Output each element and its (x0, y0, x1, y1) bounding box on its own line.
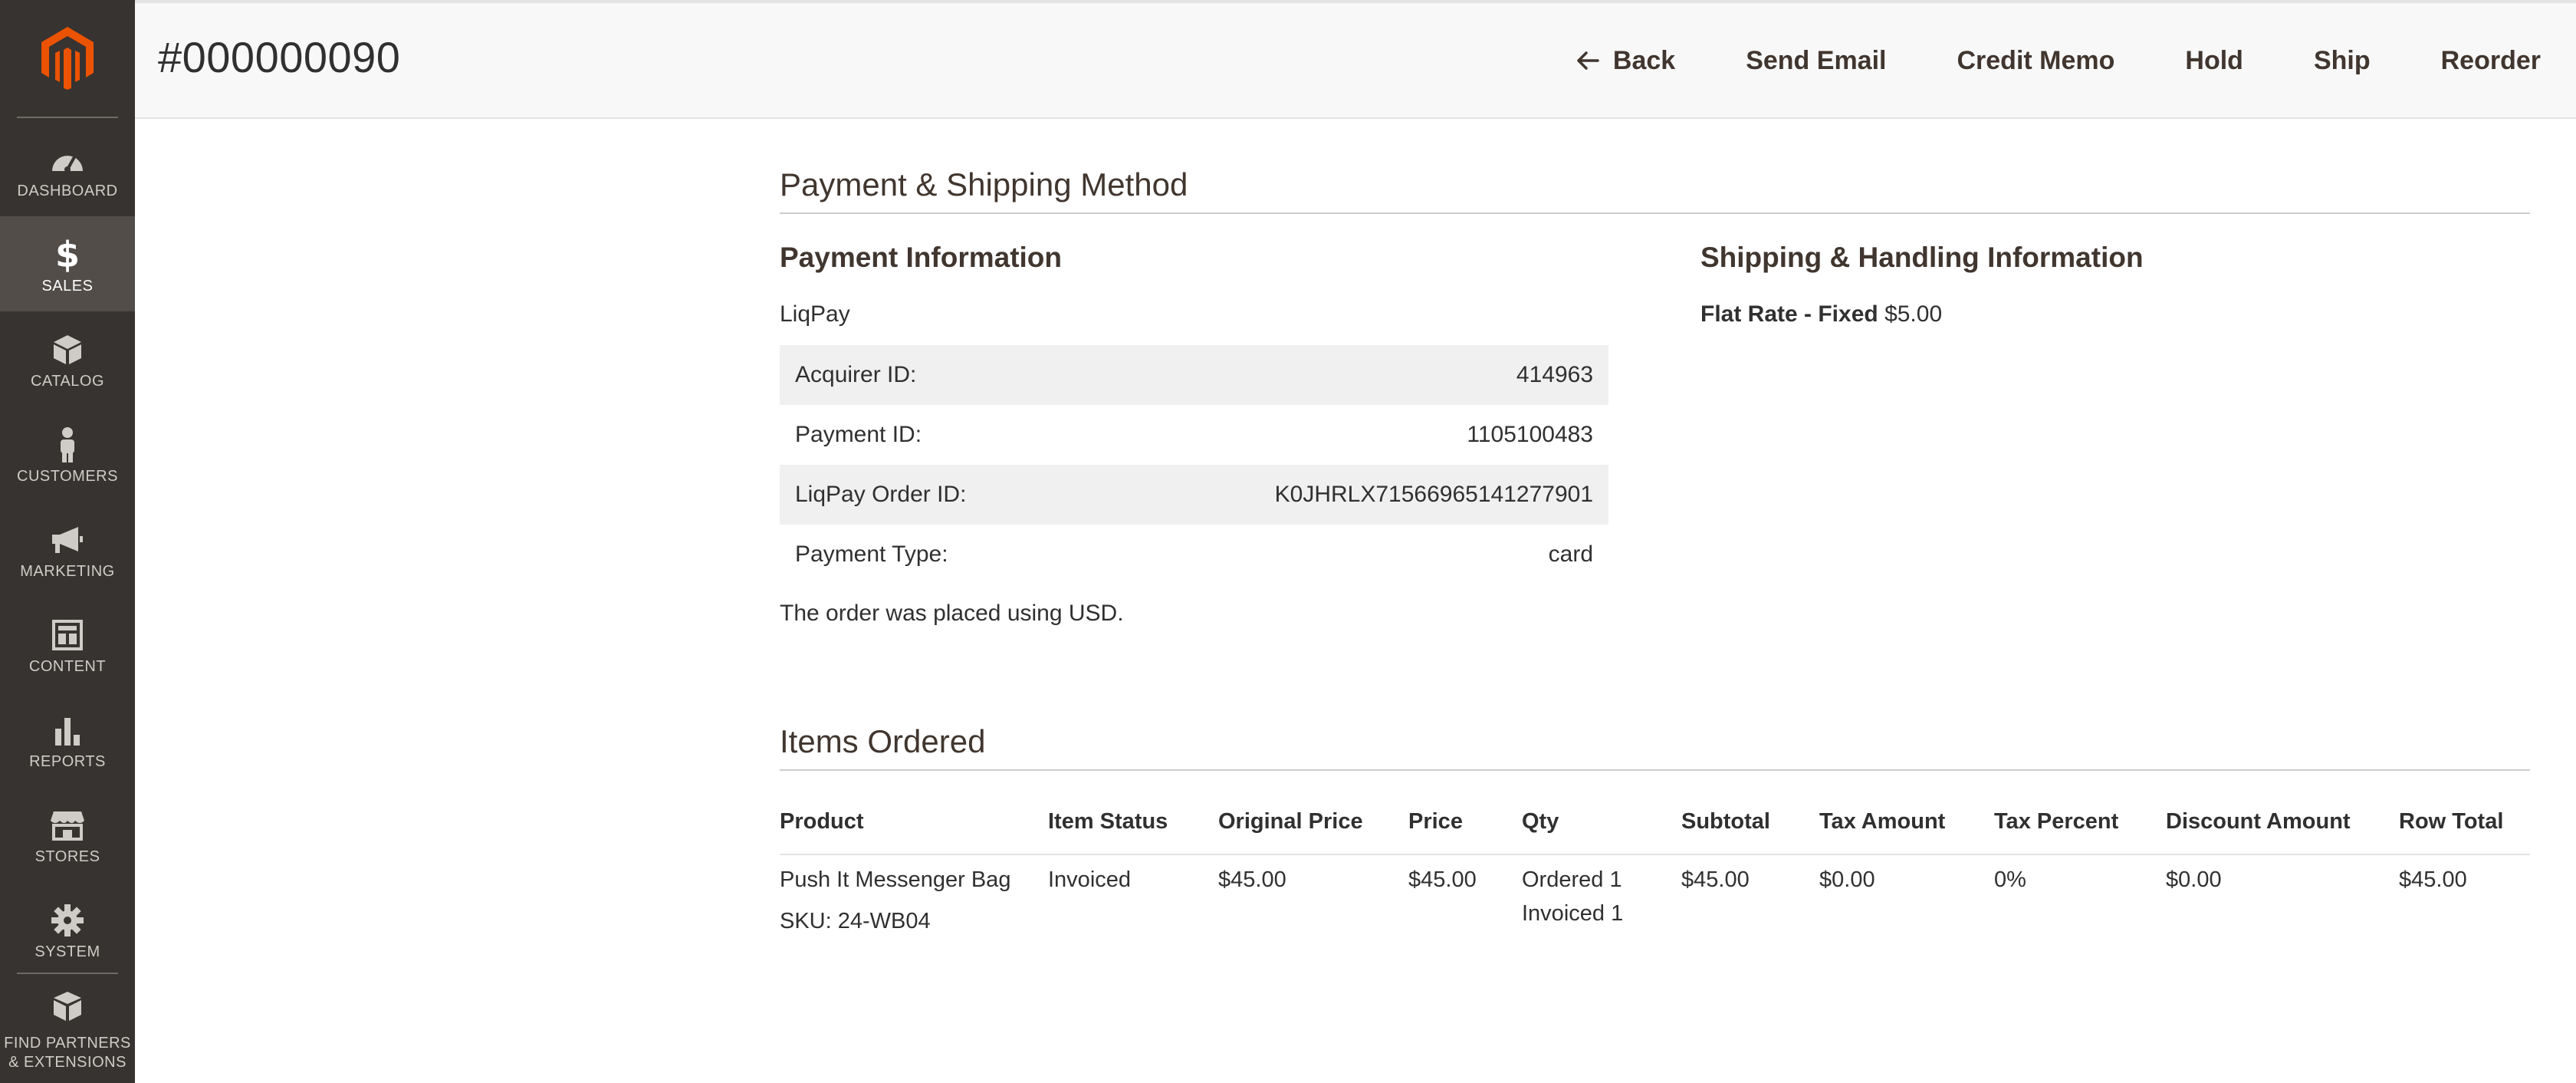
sidebar-item-stores[interactable]: STORES (0, 787, 135, 882)
sidebar-item-label: FIND PARTNERS & EXTENSIONS (0, 1034, 135, 1072)
payment-detail-label: Payment Type: (795, 542, 948, 567)
sidebar-item-customers[interactable]: CUSTOMERS (0, 407, 135, 502)
table-header-divider (780, 854, 2530, 855)
page-header: #000000090 Back Send Email Credit Memo H… (135, 0, 2576, 119)
dashboard-icon (0, 141, 135, 178)
currency-note: The order was placed using USD. (780, 601, 1124, 626)
catalog-box-icon (0, 331, 135, 368)
order-actions-toolbar: Back Send Email Credit Memo Hold Ship Re… (1541, 3, 2576, 118)
sidebar-divider (17, 117, 118, 118)
sidebar-item-dashboard[interactable]: DASHBOARD (0, 121, 135, 216)
content-layout-icon (0, 617, 135, 653)
product-name: Push It Messenger Bag (780, 867, 1011, 892)
original-price: $45.00 (1218, 867, 1286, 892)
sidebar-item-label: MARKETING (20, 563, 115, 580)
sidebar-item-sales[interactable]: $ SALES (0, 216, 135, 311)
magento-logo-icon (41, 27, 94, 90)
payment-detail-label: Payment ID: (795, 422, 922, 447)
sidebar-item-label: SALES (41, 278, 94, 295)
arrow-left-icon (1576, 51, 1599, 71)
column-header-tax-percent: Tax Percent (1994, 809, 2119, 834)
tax-percent: 0% (1994, 867, 2026, 892)
items-ordered-section-title: Items Ordered (780, 723, 986, 759)
customer-person-icon (0, 426, 135, 463)
dollar-icon: $ (54, 234, 80, 275)
sidebar-item-catalog[interactable]: CATALOG (0, 311, 135, 407)
sidebar-item-label: CUSTOMERS (17, 468, 118, 485)
product-sku: SKU: 24-WB04 (780, 909, 931, 933)
payment-detail-row: Acquirer ID: 414963 (780, 345, 1608, 405)
column-header-product: Product (780, 809, 864, 834)
sidebar-item-marketing[interactable]: MARKETING (0, 502, 135, 597)
discount-amount: $0.00 (2166, 867, 2222, 892)
payment-details-table: Acquirer ID: 414963 Payment ID: 11051004… (780, 345, 1608, 584)
credit-memo-button[interactable]: Credit Memo (1921, 46, 2150, 76)
subtotal: $45.00 (1681, 867, 1750, 892)
storefront-icon (0, 807, 135, 844)
send-email-button[interactable]: Send Email (1710, 46, 1921, 76)
shipping-method: Flat Rate - Fixed $5.00 (1700, 301, 1942, 328)
payment-detail-value: card (1548, 542, 1593, 567)
payment-detail-value: K0JHRLX71566965141277901 (1274, 482, 1593, 507)
shipping-method-name: Flat Rate - Fixed (1700, 301, 1878, 327)
payment-detail-row: LiqPay Order ID: K0JHRLX7156696514127790… (780, 465, 1608, 525)
section-divider (780, 769, 2530, 771)
reorder-button[interactable]: Reorder (2406, 46, 2576, 76)
magento-logo[interactable] (0, 0, 135, 115)
bar-chart-icon (0, 712, 135, 749)
column-header-qty: Qty (1522, 809, 1559, 834)
column-header-tax-amount: Tax Amount (1819, 809, 1946, 834)
tax-amount: $0.00 (1819, 867, 1875, 892)
shipping-method-price: $5.00 (1884, 301, 1943, 327)
qty-invoiced: Invoiced 1 (1522, 901, 1624, 926)
hold-button[interactable]: Hold (2150, 46, 2279, 76)
megaphone-icon (0, 522, 135, 558)
payment-detail-row: Payment ID: 1105100483 (780, 405, 1608, 465)
ship-button[interactable]: Ship (2279, 46, 2406, 76)
item-status: Invoiced (1048, 867, 1132, 892)
admin-sidebar: DASHBOARD $ SALES CATALOG CUSTOMERS MARK… (0, 0, 135, 1083)
gear-icon (0, 902, 135, 939)
extensions-label-line1: FIND PARTNERS (4, 1035, 131, 1052)
sidebar-item-label: CONTENT (28, 658, 107, 675)
back-button-label: Back (1612, 45, 1676, 75)
payment-detail-label: LiqPay Order ID: (795, 482, 967, 507)
payment-detail-row: Payment Type: card (780, 525, 1608, 584)
sidebar-item-label: SYSTEM (34, 943, 100, 960)
extensions-label-line2: & EXTENSIONS (8, 1054, 127, 1071)
back-button[interactable]: Back (1541, 46, 1710, 76)
sidebar-item-label: REPORTS (29, 753, 106, 770)
payment-method-name: LiqPay (780, 301, 850, 327)
column-header-discount-amount: Discount Amount (2166, 809, 2351, 834)
payment-shipping-section-title: Payment & Shipping Method (780, 166, 1188, 202)
row-total: $45.00 (2399, 867, 2467, 892)
qty-ordered: Ordered 1 (1522, 867, 1622, 892)
cubes-icon (0, 988, 135, 1025)
payment-detail-value: 1105100483 (1467, 422, 1593, 447)
column-header-subtotal: Subtotal (1681, 809, 1770, 834)
payment-information-title: Payment Information (780, 242, 1062, 273)
payment-detail-label: Acquirer ID: (795, 362, 917, 387)
price: $45.00 (1408, 867, 1477, 892)
shipping-handling-title: Shipping & Handling Information (1700, 242, 2144, 273)
section-divider (780, 212, 2530, 214)
page-title: #000000090 (158, 33, 401, 81)
sidebar-item-content[interactable]: CONTENT (0, 597, 135, 692)
sidebar-item-find-partners[interactable]: FIND PARTNERS & EXTENSIONS (0, 980, 135, 1075)
sidebar-item-label: STORES (34, 848, 100, 865)
sidebar-item-label: CATALOG (30, 373, 105, 390)
sidebar-divider (17, 973, 118, 974)
column-header-original-price: Original Price (1218, 809, 1363, 834)
payment-detail-value: 414963 (1516, 362, 1593, 387)
column-header-item-status: Item Status (1048, 809, 1168, 834)
sidebar-item-label: DASHBOARD (17, 183, 118, 199)
sidebar-item-reports[interactable]: REPORTS (0, 692, 135, 787)
sidebar-item-system[interactable]: SYSTEM (0, 882, 135, 977)
column-header-row-total: Row Total (2399, 809, 2504, 834)
column-header-price: Price (1408, 809, 1463, 834)
